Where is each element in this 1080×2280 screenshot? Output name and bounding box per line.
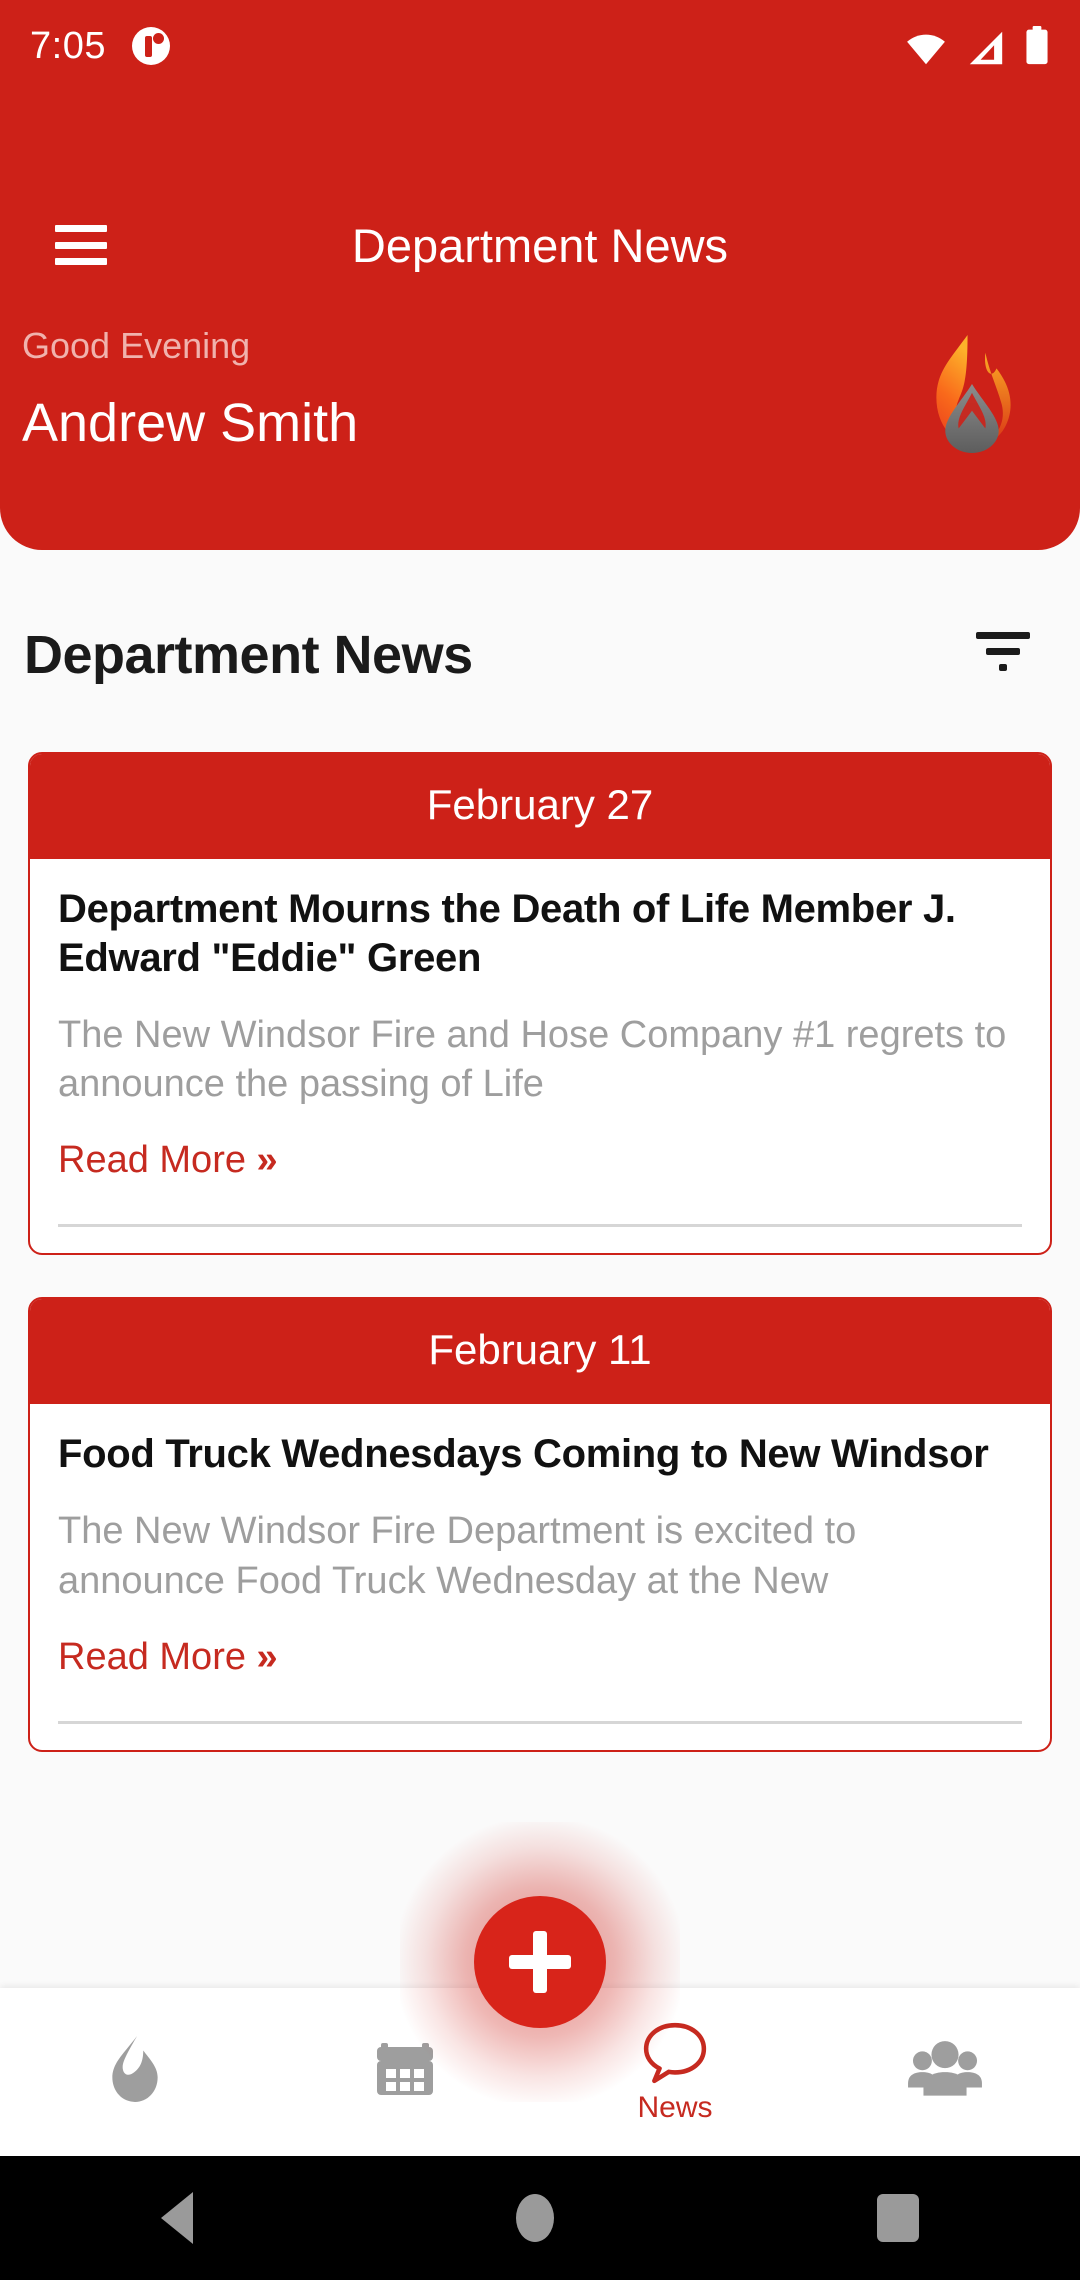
home-circle-icon[interactable] [515,2194,554,2242]
news-card-date: February 27 [30,754,1050,859]
recents-square-icon[interactable] [876,2194,919,2242]
news-card-title: Department Mourns the Death of Life Memb… [58,887,956,980]
fire-flame-logo-icon [936,335,1011,453]
section-title: Department News [24,625,473,685]
app-bar: Department News [0,210,1080,280]
chevron-right-icon: » [256,1635,278,1678]
calendar-icon [377,2043,433,2095]
news-card-excerpt: The New Windsor Fire and Hose Company #1… [58,1013,1007,1105]
news-card[interactable]: February 11 Food Truck Wednesdays Coming… [28,1297,1052,1752]
news-card-body: Food Truck Wednesdays Coming to New Wind… [30,1404,1050,1679]
page-title: Department News [351,218,729,272]
read-more-link[interactable]: Read More » [58,1635,278,1679]
back-triangle-icon[interactable] [161,2192,194,2244]
read-more-label: Read More [58,1635,246,1678]
notification-dot-icon [131,27,170,65]
news-card-excerpt: The New Windsor Fire Department is excit… [58,1510,857,1602]
card-divider [58,1720,1022,1724]
news-card[interactable]: February 27 Department Mourns the Death … [28,752,1052,1256]
android-navigation-bar [0,2156,1080,2280]
news-list: February 27 Department Mourns the Death … [0,752,1080,1794]
chevron-right-icon: » [256,1139,278,1182]
read-more-label: Read More [58,1139,246,1182]
news-card-date: February 11 [30,1299,1050,1405]
nav-label-news: News [637,2091,713,2124]
card-divider [58,1224,1022,1228]
nav-item-incidents[interactable] [0,1988,270,2156]
group-people-icon [908,2041,982,2096]
cellular-signal-icon [969,31,1003,65]
plus-icon [509,1931,571,1993]
chat-bubble-icon [643,2022,707,2084]
nav-item-members[interactable] [810,1988,1080,2156]
status-bar: 7:05 [0,0,1080,92]
wifi-icon [907,34,945,65]
greeting-text: Good Evening [22,325,251,366]
battery-full-icon [1026,26,1048,65]
status-bar-indicators [904,26,1050,66]
status-bar-time: 7:05 [30,24,106,67]
user-name: Andrew Smith [22,393,359,453]
news-card-title: Food Truck Wednesdays Coming to New Wind… [58,1432,989,1477]
read-more-link[interactable]: Read More » [58,1139,278,1182]
news-card-body: Department Mourns the Death of Life Memb… [30,859,1050,1182]
add-button[interactable] [474,1896,606,2028]
section-header: Department News [0,590,1080,720]
filter-icon[interactable] [976,632,1030,678]
flame-icon [112,2036,158,2102]
